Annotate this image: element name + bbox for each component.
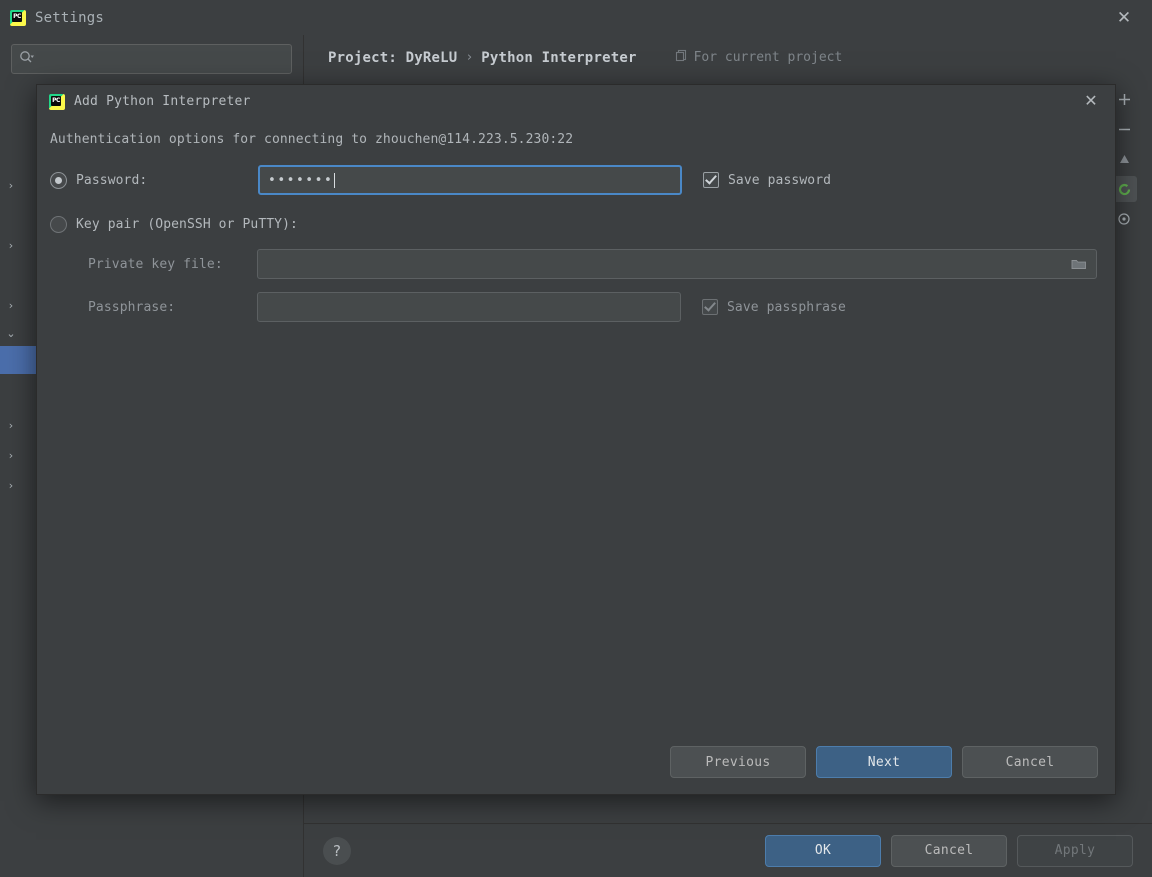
dialog-titlebar: PC Add Python Interpreter ✕ — [37, 85, 1115, 118]
save-password-label: Save password — [728, 172, 832, 188]
page-title: Python Interpreter — [481, 49, 637, 66]
private-key-row: Private key file: — [50, 249, 1097, 279]
save-password-check-icon[interactable] — [703, 172, 719, 188]
dialog-footer: Previous Next Cancel — [37, 730, 1115, 794]
chevron-right-icon[interactable]: › — [0, 299, 22, 312]
add-python-interpreter-dialog: PC Add Python Interpreter ✕ Authenticati… — [36, 84, 1116, 795]
pycharm-icon: PC — [49, 93, 65, 110]
save-passphrase-check-icon — [702, 299, 718, 315]
close-icon[interactable]: ✕ — [1114, 8, 1134, 28]
private-key-input[interactable] — [257, 249, 1097, 279]
password-radio[interactable] — [50, 171, 67, 189]
text-caret — [334, 172, 336, 188]
dialog-title: Add Python Interpreter — [74, 94, 251, 109]
scope-note: For current project — [675, 49, 843, 66]
scope-note-label: For current project — [693, 50, 843, 65]
pycharm-icon: PC — [10, 9, 26, 26]
save-passphrase-checkbox: Save passphrase — [702, 299, 846, 315]
breadcrumb-project[interactable]: Project: DyReLU — [328, 50, 457, 66]
breadcrumb: Project: DyReLU › Python Interpreter For… — [304, 35, 1152, 80]
keypair-option-row[interactable]: Key pair (OpenSSH or PuTTY): — [50, 209, 1097, 239]
help-button[interactable]: ? — [323, 836, 351, 865]
chevron-right-icon[interactable]: › — [0, 449, 22, 462]
ok-button[interactable]: OK — [765, 834, 881, 867]
passphrase-row: Passphrase: Save passphrase — [50, 292, 1097, 322]
search-icon — [19, 50, 34, 69]
passphrase-input[interactable] — [257, 292, 681, 322]
chevron-right-icon[interactable]: › — [0, 239, 22, 252]
dialog-content: Authentication options for connecting to… — [37, 118, 1115, 730]
keypair-label: Key pair (OpenSSH or PuTTY): — [76, 216, 298, 232]
breadcrumb-separator: › — [465, 50, 474, 65]
apply-button: Apply — [1017, 834, 1133, 867]
auth-description: Authentication options for connecting to… — [50, 132, 574, 147]
private-key-label: Private key file: — [88, 256, 223, 272]
save-password-checkbox[interactable]: Save password — [703, 172, 831, 188]
save-passphrase-label: Save passphrase — [727, 299, 846, 315]
search-input[interactable] — [34, 52, 284, 66]
settings-footer: ? OK Cancel Apply — [304, 823, 1152, 877]
next-button[interactable]: Next — [816, 746, 952, 778]
search-box[interactable] — [11, 44, 292, 74]
settings-window-title: Settings — [35, 9, 105, 26]
copy-icon — [675, 49, 688, 66]
password-input[interactable]: ••••••• — [258, 165, 682, 195]
folder-icon[interactable] — [1064, 250, 1094, 278]
keypair-radio[interactable] — [50, 215, 67, 233]
password-value: ••••••• — [268, 172, 334, 188]
password-radio-group[interactable]: Password: — [50, 171, 258, 189]
password-label: Password: — [76, 172, 148, 188]
chevron-right-icon[interactable]: › — [0, 179, 22, 192]
cancel-button[interactable]: Cancel — [891, 834, 1007, 867]
previous-button[interactable]: Previous — [670, 746, 806, 778]
dialog-cancel-button[interactable]: Cancel — [962, 746, 1098, 778]
settings-titlebar: PC Settings ✕ — [0, 0, 1152, 35]
chevron-down-icon[interactable]: ⌄ — [0, 327, 22, 340]
chevron-right-icon[interactable]: › — [0, 479, 22, 492]
close-icon[interactable]: ✕ — [1081, 91, 1101, 111]
chevron-right-icon[interactable]: › — [0, 419, 22, 432]
passphrase-label: Passphrase: — [88, 299, 176, 315]
search-wrap — [0, 35, 303, 74]
password-option-row: Password: ••••••• Save password — [50, 165, 1097, 195]
